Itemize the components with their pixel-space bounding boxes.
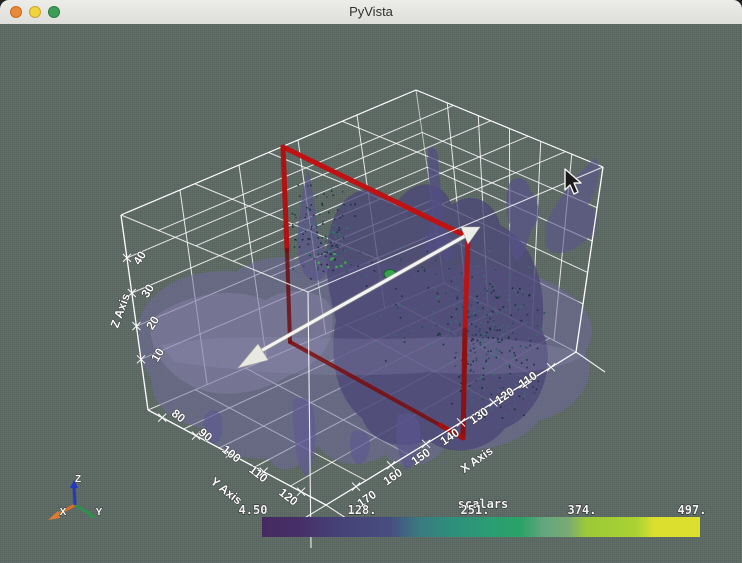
scalar-label-0: 4.50 xyxy=(239,503,268,517)
scalar-label-4: 497. xyxy=(678,503,707,517)
pyvista-window: PyVista 40 30 20 10 Z Axis 80 90 100 110… xyxy=(0,0,742,563)
scalar-label-1: 128. xyxy=(348,503,377,517)
window-titlebar[interactable]: PyVista xyxy=(0,0,742,25)
render-viewport[interactable]: 40 30 20 10 Z Axis 80 90 100 110 120 Y A… xyxy=(0,24,742,563)
scalar-label-2: 251. xyxy=(461,503,490,517)
orientation-z-label: Z xyxy=(75,474,81,485)
window-title: PyVista xyxy=(349,4,393,19)
colorbar-ramp xyxy=(262,517,700,537)
scalar-label-3: 374. xyxy=(568,503,597,517)
orientation-y-label: Y xyxy=(96,507,103,518)
orientation-x-label: X xyxy=(60,507,67,518)
